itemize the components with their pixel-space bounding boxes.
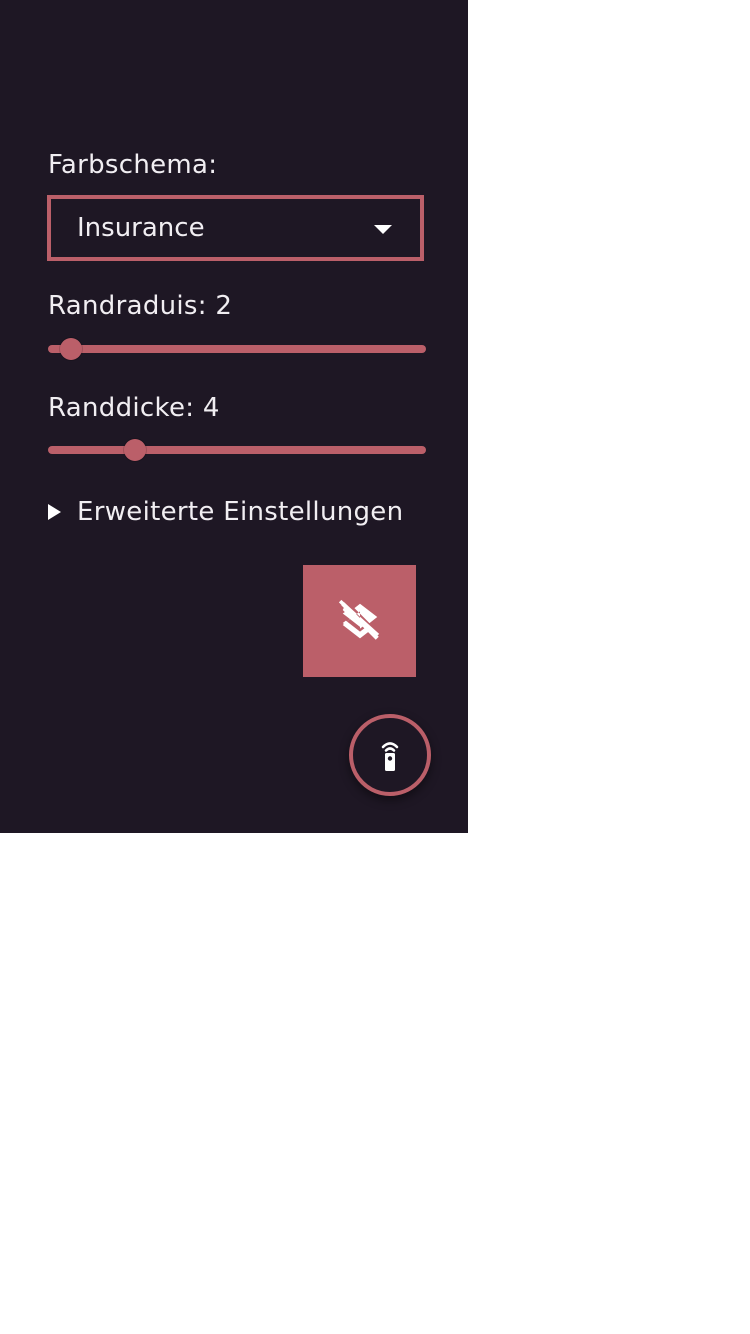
color-scheme-label: Farbschema: [48,150,218,180]
advanced-settings-toggle[interactable]: Erweiterte Einstellungen [48,494,403,530]
border-width-label: Randdicke: 4 [48,393,220,423]
triangle-right-icon [48,504,61,520]
remote-control-button[interactable] [349,714,431,796]
border-radius-slider-track [48,345,426,353]
color-scheme-value: Insurance [77,213,205,243]
border-width-slider-thumb[interactable] [123,439,146,461]
settings-panel: Farbschema: Insurance Randraduis: 2 Rand… [0,0,468,833]
border-radius-slider[interactable] [48,337,426,361]
color-scheme-select[interactable]: Insurance [47,195,424,261]
caret-down-icon [374,225,392,234]
layers-off-icon [338,599,379,640]
border-width-slider[interactable] [48,438,426,462]
border-radius-label: Randraduis: 2 [48,291,233,321]
advanced-settings-label: Erweiterte Einstellungen [77,497,404,527]
layers-off-button[interactable] [303,565,416,677]
remote-control-icon [381,742,399,771]
border-radius-slider-thumb[interactable] [59,338,82,360]
border-width-slider-track [48,446,426,454]
